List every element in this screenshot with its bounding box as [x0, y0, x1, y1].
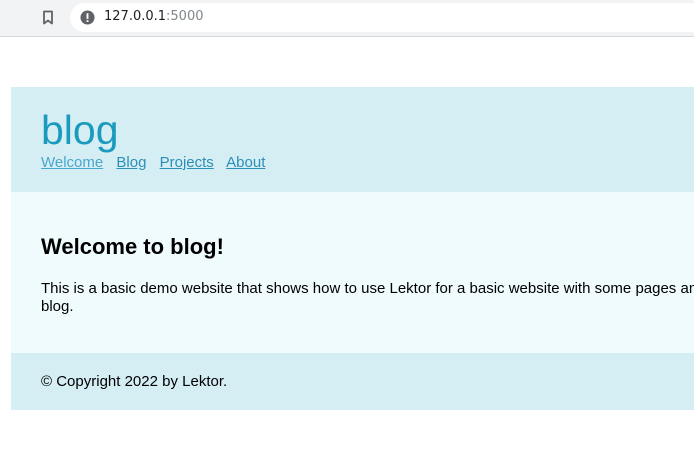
nav-link-blog[interactable]: Blog: [116, 154, 146, 171]
nav-link-about[interactable]: About: [226, 154, 265, 171]
url-port: :5000: [166, 9, 204, 24]
page-heading: Welcome to blog!: [41, 234, 224, 259]
main-content: Welcome to blog! This is a basic demo we…: [11, 192, 694, 353]
info-icon[interactable]: [80, 10, 95, 25]
site-header: blog Welcome Blog Projects About: [11, 87, 694, 192]
site-nav: Welcome Blog Projects About: [41, 154, 274, 171]
footer-copyright: © Copyright 2022 by Lektor.: [41, 373, 228, 390]
site-footer: © Copyright 2022 by Lektor.: [11, 353, 694, 410]
browser-toolbar: 127.0.0.1:5000: [0, 0, 694, 37]
url-text[interactable]: 127.0.0.1:5000: [104, 9, 204, 24]
page-body-text: This is a basic demo website that shows …: [41, 280, 694, 315]
nav-link-projects[interactable]: Projects: [160, 154, 214, 171]
site-title[interactable]: blog: [41, 105, 119, 155]
nav-link-welcome[interactable]: Welcome: [41, 154, 103, 171]
bookmark-button[interactable]: [38, 7, 58, 27]
bookmark-icon: [43, 10, 53, 24]
address-bar[interactable]: 127.0.0.1:5000: [70, 3, 694, 32]
url-host: 127.0.0.1: [104, 9, 167, 24]
